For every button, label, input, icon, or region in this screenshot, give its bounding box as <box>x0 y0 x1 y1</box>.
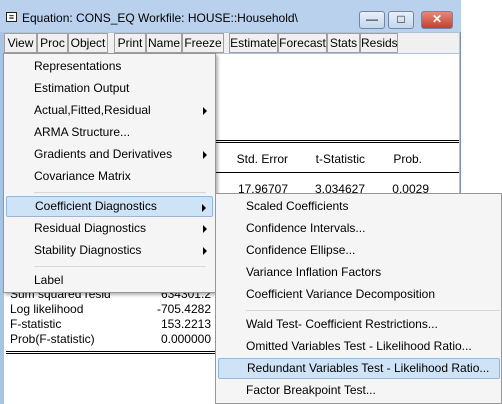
menu-item-label: Stability Diagnostics <box>34 243 142 257</box>
header-prob: Prob. <box>393 152 422 166</box>
menu-item-label: Coefficient Diagnostics <box>35 199 157 213</box>
view-button[interactable]: View <box>4 33 37 53</box>
close-button[interactable]: ✕ <box>421 11 453 29</box>
name-button[interactable]: Name <box>146 33 182 53</box>
toolbar: View Proc Object Print Name Freeze Estim… <box>4 33 459 53</box>
menu-item-label-view[interactable]: Label <box>6 270 213 291</box>
menu-item-representations[interactable]: Representations <box>6 56 213 77</box>
header-std-error: Std. Error <box>236 152 288 166</box>
header-rule <box>209 172 459 173</box>
submenu-arrow-icon <box>202 204 206 212</box>
view-menu: Representations Estimation Output Actual… <box>3 53 216 293</box>
submenu-item-variance-inflation-factors[interactable]: Variance Inflation Factors <box>218 262 500 283</box>
menu-item-covariance-matrix[interactable]: Covariance Matrix <box>6 166 213 187</box>
stats-button[interactable]: Stats <box>327 33 360 53</box>
table-bottom-rule <box>6 351 216 354</box>
estimate-button[interactable]: Estimate <box>229 33 278 53</box>
submenu-item-coefficient-variance-decomposition[interactable]: Coefficient Variance Decomposition <box>218 284 500 305</box>
maximize-icon: □ <box>397 12 405 26</box>
menu-item-arma-structure[interactable]: ARMA Structure... <box>6 122 213 143</box>
stat-label: Prob(F-statistic) <box>10 332 95 346</box>
freeze-button[interactable]: Freeze <box>182 33 224 53</box>
submenu-item-omitted-variables-test[interactable]: Omitted Variables Test - Likelihood Rati… <box>218 336 500 357</box>
menu-item-stability-diagnostics[interactable]: Stability Diagnostics <box>6 240 213 261</box>
menu-item-label: Actual,Fitted,Residual <box>34 103 151 117</box>
minimize-button[interactable]: — <box>359 11 385 29</box>
menu-item-gradients-derivatives[interactable]: Gradients and Derivatives <box>6 144 213 165</box>
submenu-item-confidence-intervals[interactable]: Confidence Intervals... <box>218 218 500 239</box>
stat-label: Log likelihood <box>10 302 84 316</box>
submenu-item-redundant-variables-test[interactable]: Redundant Variables Test - Likelihood Ra… <box>218 358 500 379</box>
menu-separator <box>34 192 206 193</box>
menu-separator <box>246 310 500 311</box>
submenu-arrow-icon <box>203 247 207 255</box>
submenu-arrow-icon <box>203 225 207 233</box>
maximize-button[interactable]: □ <box>388 11 414 29</box>
object-button[interactable]: Object <box>68 33 108 53</box>
stat-label: F-statistic <box>10 317 62 331</box>
submenu-item-scaled-coefficients[interactable]: Scaled Coefficients <box>218 196 500 217</box>
submenu-arrow-icon <box>203 107 207 115</box>
minimize-icon: — <box>366 12 378 26</box>
table-top-rule <box>209 140 459 143</box>
window-title: Equation: CONS_EQ Workfile: HOUSE::House… <box>22 11 298 25</box>
coefficient-diagnostics-submenu: Scaled Coefficients Confidence Intervals… <box>215 193 502 404</box>
forecast-button[interactable]: Forecast <box>278 33 327 53</box>
submenu-item-wald-test[interactable]: Wald Test- Coefficient Restrictions... <box>218 314 500 335</box>
submenu-item-confidence-ellipse[interactable]: Confidence Ellipse... <box>218 240 500 261</box>
print-button[interactable]: Print <box>114 33 146 53</box>
menu-item-actual-fitted-residual[interactable]: Actual,Fitted,Residual <box>6 100 213 121</box>
resids-button[interactable]: Resids <box>360 33 398 53</box>
title-bar[interactable]: ≡ Equation: CONS_EQ Workfile: HOUSE::Hou… <box>0 0 461 32</box>
proc-button[interactable]: Proc <box>37 33 68 53</box>
stat-value: -705.4282 <box>156 302 211 316</box>
menu-item-coefficient-diagnostics[interactable]: Coefficient Diagnostics <box>6 196 213 217</box>
menu-item-estimation-output[interactable]: Estimation Output <box>6 78 213 99</box>
menu-item-label: Residual Diagnostics <box>34 221 147 235</box>
menu-item-residual-diagnostics[interactable]: Residual Diagnostics <box>6 218 213 239</box>
menu-separator <box>34 266 206 267</box>
stat-value: 0.000000 <box>160 332 211 346</box>
submenu-arrow-icon <box>203 151 207 159</box>
menu-item-label: Gradients and Derivatives <box>34 147 173 161</box>
header-t-statistic: t-Statistic <box>315 152 365 166</box>
close-icon: ✕ <box>431 12 443 26</box>
window-menu-icon[interactable]: ≡ <box>6 12 17 22</box>
submenu-item-factor-breakpoint-test[interactable]: Factor Breakpoint Test... <box>218 380 500 401</box>
stat-value: 153.2213 <box>160 317 211 331</box>
